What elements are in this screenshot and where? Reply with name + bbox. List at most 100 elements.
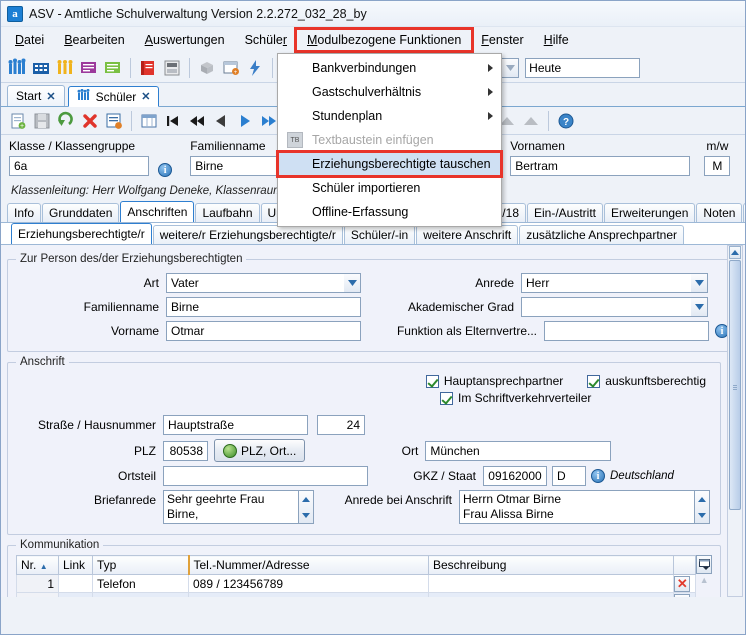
menu-auswertungen[interactable]: Auswertungen xyxy=(135,30,235,50)
mw-input[interactable]: M xyxy=(704,156,731,176)
save-icon[interactable] xyxy=(32,111,52,131)
menu-hilfe[interactable]: Hilfe xyxy=(534,30,579,50)
klasse-input[interactable]: 6a xyxy=(9,156,149,176)
plz-ort-button[interactable]: PLZ, Ort... xyxy=(214,439,306,462)
close-icon-2[interactable]: ✕ xyxy=(141,90,150,103)
lightning-icon[interactable] xyxy=(245,58,265,78)
up-arrow-2-icon[interactable] xyxy=(521,111,541,131)
menu-item-offline-erfassung[interactable]: Offline-Erfassung xyxy=(278,200,501,224)
ortsteil-input[interactable] xyxy=(163,466,368,486)
menu-modulbezogene-funktionen[interactable]: Modulbezogene Funktionen xyxy=(293,27,475,53)
checkbox-schriftverkehrverteiler[interactable]: Im Schriftverkehrverteiler xyxy=(440,391,591,405)
edit-list-icon[interactable] xyxy=(104,111,124,131)
tab-info[interactable]: Info xyxy=(7,203,42,222)
prev-record-icon[interactable] xyxy=(211,111,231,131)
cell-beschreibung[interactable] xyxy=(427,592,675,597)
table-icon[interactable] xyxy=(139,111,159,131)
table-row[interactable]: 2 Mobiltelefon 0144 / 123456789 ✕ xyxy=(16,592,697,597)
selected-day-dropdown-icon[interactable] xyxy=(502,57,520,78)
book-red-icon[interactable] xyxy=(138,58,158,78)
next-record-icon[interactable] xyxy=(235,111,255,131)
menu-item-gastschulverhaeltnis[interactable]: Gastschulverhältnis xyxy=(278,80,501,104)
checkbox-auskunft-box[interactable] xyxy=(587,374,601,388)
column-chooser-icon[interactable] xyxy=(696,555,712,574)
print-list-icon[interactable] xyxy=(162,58,182,78)
window-tab-start[interactable]: Start ✕ xyxy=(7,85,65,106)
subtab-weitere-erziehungsberechtigte[interactable]: weitere/r Erziehungsberechtigte/r xyxy=(152,225,343,244)
person-familienname-input[interactable]: Birne xyxy=(166,297,361,317)
col-typ[interactable]: Typ xyxy=(92,555,189,575)
window-tab-schueler[interactable]: Schüler ✕ xyxy=(67,86,160,107)
plz-input[interactable]: 80538 xyxy=(163,440,208,461)
tab-anschriften[interactable]: Anschriften xyxy=(120,201,195,222)
cell-typ[interactable]: Telefon xyxy=(92,574,189,593)
info-icon-klasse[interactable]: i xyxy=(158,163,173,177)
scroll-up-icon[interactable] xyxy=(729,246,741,259)
tab-grunddaten[interactable]: Grunddaten xyxy=(42,203,120,222)
anrede-combobox[interactable]: Herr xyxy=(521,273,708,293)
cell-typ[interactable]: Mobiltelefon xyxy=(92,592,189,597)
tab-erweiterungen[interactable]: Erweiterungen xyxy=(604,203,696,222)
anrede-anschrift-listbox[interactable]: Herrn Otmar Birne Frau Alissa Birne xyxy=(459,490,695,524)
chevron-down-icon-anrede[interactable] xyxy=(691,273,708,293)
cell-beschreibung[interactable] xyxy=(427,574,675,593)
chevron-down-icon-art[interactable] xyxy=(344,273,361,293)
close-icon[interactable]: ✕ xyxy=(46,90,55,103)
info-icon-staat[interactable]: i xyxy=(591,469,605,483)
menu-fenster[interactable]: Fenster xyxy=(471,30,533,50)
ort-input[interactable]: München xyxy=(425,440,612,461)
report-green-icon[interactable] xyxy=(103,58,123,78)
col-link[interactable]: Link xyxy=(58,555,93,575)
scroll-down-icon-anrede[interactable] xyxy=(695,507,709,523)
akad-grad-value[interactable] xyxy=(521,297,691,317)
subtab-erziehungsberechtigte[interactable]: Erziehungsberechtigte/r xyxy=(11,223,152,244)
tab-noten[interactable]: Noten xyxy=(696,203,743,222)
prev-page-icon[interactable] xyxy=(187,111,207,131)
content-scrollbar[interactable] xyxy=(727,245,743,597)
delete-row-icon[interactable]: ✕ xyxy=(674,575,691,592)
menu-item-schueler-importieren[interactable]: Schüler importieren xyxy=(278,176,501,200)
gkz-input[interactable]: 09162000 xyxy=(483,466,547,486)
col-beschreibung[interactable]: Beschreibung xyxy=(427,555,675,575)
cell-link[interactable] xyxy=(58,592,93,597)
checkbox-auskunftsberechtigt[interactable]: auskunftsberechtig xyxy=(587,374,706,388)
classes-icon[interactable] xyxy=(55,58,75,78)
cell-delete[interactable]: ✕ xyxy=(673,592,697,597)
checkbox-schrift-box[interactable] xyxy=(440,391,453,405)
first-record-icon[interactable] xyxy=(163,111,183,131)
col-nr[interactable]: Nr. ▲ xyxy=(16,555,59,575)
briefanrede-scroll[interactable] xyxy=(299,490,314,524)
table-scroll-up-icon[interactable]: ▲ xyxy=(696,575,712,585)
anrede-value[interactable]: Herr xyxy=(521,273,691,293)
help-icon[interactable]: ? xyxy=(556,111,576,131)
anrede-anschrift-scroll[interactable] xyxy=(695,490,710,524)
cell-nummer[interactable]: 0144 / 123456789 xyxy=(188,592,429,597)
menu-schueler[interactable]: Schüler xyxy=(235,30,297,50)
cell-nummer[interactable]: 089 / 123456789 xyxy=(188,574,429,593)
briefanrede-listbox[interactable]: Sehr geehrte Frau Birne, sehr geehrter H… xyxy=(163,490,299,524)
hausnummer-input[interactable]: 24 xyxy=(317,415,365,435)
menu-datei[interactable]: Datei xyxy=(5,30,54,50)
tab-ein-austritt[interactable]: Ein-/Austritt xyxy=(527,203,604,222)
scrollbar-thumb[interactable] xyxy=(729,260,741,510)
menu-item-bankverbindungen[interactable]: Bankverbindungen xyxy=(278,56,501,80)
vornamen-input[interactable]: Bertram xyxy=(510,156,691,176)
chevron-down-icon-akad[interactable] xyxy=(691,297,708,317)
undo-icon[interactable] xyxy=(56,111,76,131)
scroll-up-icon-anrede[interactable] xyxy=(695,491,709,507)
subtab-weitere-anschrift[interactable]: weitere Anschrift xyxy=(416,225,519,244)
scroll-up-icon-briefanrede[interactable] xyxy=(299,491,313,507)
today-input[interactable]: Heute xyxy=(525,57,641,78)
checkbox-haupt-box[interactable] xyxy=(425,374,439,388)
akad-grad-combobox[interactable] xyxy=(521,297,708,317)
new-record-icon[interactable]: + xyxy=(8,111,28,131)
delete-row-icon[interactable]: ✕ xyxy=(674,593,691,597)
students-group-icon[interactable] xyxy=(7,58,27,78)
strasse-input[interactable]: Hauptstraße xyxy=(163,415,308,435)
cell-link[interactable] xyxy=(58,574,93,593)
checkbox-hauptansprechpartner[interactable]: Hauptansprechpartner xyxy=(425,374,563,388)
col-nummer[interactable]: Tel.-Nummer/Adresse xyxy=(187,555,429,575)
menu-item-erziehungsberechtigte-tauschen[interactable]: Erziehungsberechtigte tauschen xyxy=(276,150,503,178)
window-add-icon[interactable]: + xyxy=(221,58,241,78)
menu-bearbeiten[interactable]: Bearbeiten xyxy=(54,30,134,50)
